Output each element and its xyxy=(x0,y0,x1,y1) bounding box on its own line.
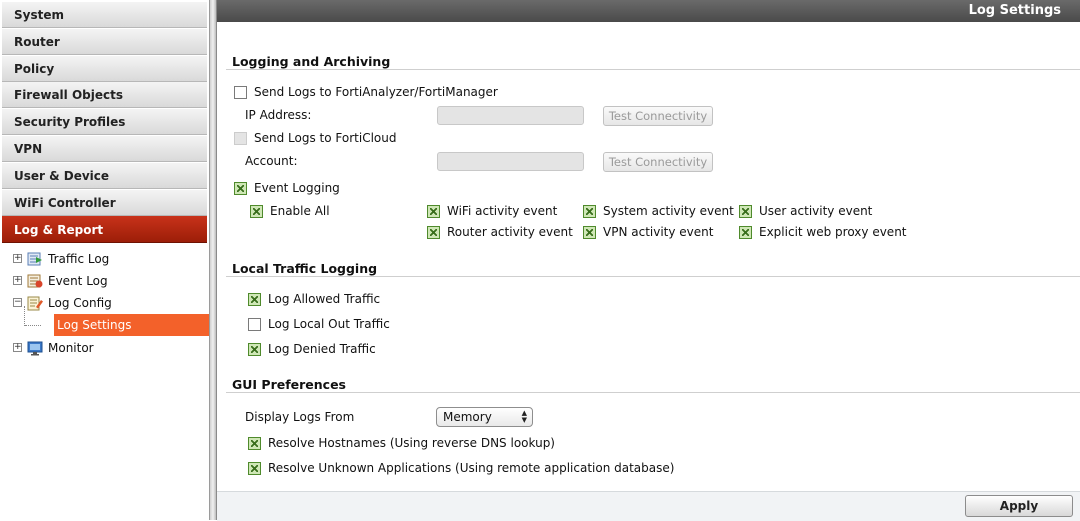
monitor-icon xyxy=(27,341,43,356)
log-allowed-checkbox[interactable] xyxy=(248,293,261,306)
section-divider xyxy=(226,392,1080,393)
log-local-out-checkbox[interactable] xyxy=(248,318,261,331)
send-analyzer-checkbox[interactable] xyxy=(234,86,247,99)
expand-icon[interactable]: + xyxy=(13,343,22,352)
log-config-icon xyxy=(27,296,43,311)
menu-security-profiles[interactable]: Security Profiles xyxy=(2,109,207,136)
traffic-log-icon xyxy=(27,252,42,266)
apply-button[interactable]: Apply xyxy=(965,495,1073,517)
panel-splitter[interactable] xyxy=(210,0,217,520)
event-logging-checkbox[interactable] xyxy=(234,182,247,195)
sidebar: System Router Policy Firewall Objects Se… xyxy=(0,0,210,520)
system-event-checkbox[interactable] xyxy=(583,205,596,218)
section-title-local-traffic: Local Traffic Logging xyxy=(232,261,378,276)
resolve-apps-checkbox[interactable] xyxy=(248,462,261,475)
router-event-checkbox[interactable] xyxy=(427,226,440,239)
select-arrows-icon: ▲ ▼ xyxy=(521,409,527,424)
main-panel: Log Settings Logging and Archiving Send … xyxy=(217,0,1080,521)
send-forticloud-label: Send Logs to FortiCloud xyxy=(254,131,397,145)
section-title-gui: GUI Preferences xyxy=(232,377,347,392)
resolve-hostnames-label: Resolve Hostnames (Using reverse DNS loo… xyxy=(268,436,555,450)
log-allowed-label: Log Allowed Traffic xyxy=(268,292,381,306)
system-event-label: System activity event xyxy=(603,204,734,218)
tree-label-log-config[interactable]: Log Config xyxy=(48,292,112,314)
display-logs-value: Memory xyxy=(443,410,492,424)
account-input[interactable] xyxy=(437,152,584,171)
ip-address-input[interactable] xyxy=(437,106,584,125)
vpn-event-checkbox[interactable] xyxy=(583,226,596,239)
tree-connector xyxy=(24,306,26,326)
user-event-label: User activity event xyxy=(759,204,873,218)
section-title-logging: Logging and Archiving xyxy=(232,54,391,69)
tree-label-event-log[interactable]: Event Log xyxy=(48,270,108,292)
menu-wifi-controller[interactable]: WiFi Controller xyxy=(2,189,207,216)
proxy-event-label: Explicit web proxy event xyxy=(759,225,907,239)
router-event-label: Router activity event xyxy=(447,225,573,239)
footer-bar: Apply xyxy=(217,491,1080,521)
display-logs-label: Display Logs From xyxy=(245,410,355,424)
tree-label-monitor[interactable]: Monitor xyxy=(48,337,94,359)
menu-user-device[interactable]: User & Device xyxy=(2,162,207,189)
tree-item-monitor[interactable]: + Monitor xyxy=(10,337,200,359)
menu-system[interactable]: System xyxy=(2,2,207,28)
proxy-event-checkbox[interactable] xyxy=(739,226,752,239)
log-denied-checkbox[interactable] xyxy=(248,343,261,356)
log-denied-label: Log Denied Traffic xyxy=(268,342,376,356)
enable-all-label: Enable All xyxy=(270,204,330,218)
test-connectivity-button-cloud[interactable]: Test Connectivity xyxy=(603,152,713,172)
section-divider xyxy=(226,276,1080,277)
ip-address-label: IP Address: xyxy=(245,108,312,122)
menu-firewall-objects[interactable]: Firewall Objects xyxy=(2,82,207,109)
user-event-checkbox[interactable] xyxy=(739,205,752,218)
resolve-hostnames-checkbox[interactable] xyxy=(248,437,261,450)
vpn-event-label: VPN activity event xyxy=(603,225,714,239)
log-local-out-label: Log Local Out Traffic xyxy=(268,317,390,331)
expand-icon[interactable]: + xyxy=(13,254,22,263)
menu-policy[interactable]: Policy xyxy=(2,55,207,82)
wifi-event-label: WiFi activity event xyxy=(447,204,558,218)
event-logging-label: Event Logging xyxy=(254,181,340,195)
send-forticloud-checkbox[interactable] xyxy=(234,132,247,145)
account-label: Account: xyxy=(245,154,298,168)
tree-item-log-settings[interactable]: Log Settings xyxy=(54,314,209,336)
test-connectivity-button[interactable]: Test Connectivity xyxy=(603,106,713,126)
enable-all-checkbox[interactable] xyxy=(250,205,263,218)
expand-icon[interactable]: + xyxy=(13,276,22,285)
page-title: Log Settings xyxy=(217,0,1080,22)
collapse-icon[interactable]: − xyxy=(13,298,22,307)
send-analyzer-label: Send Logs to FortiAnalyzer/FortiManager xyxy=(254,85,498,99)
event-log-icon xyxy=(27,274,43,288)
wifi-event-checkbox[interactable] xyxy=(427,205,440,218)
tree-connector xyxy=(25,325,41,326)
section-divider xyxy=(226,69,1080,70)
display-logs-select[interactable]: Memory ▲ ▼ xyxy=(436,407,533,427)
tree-label-traffic-log[interactable]: Traffic Log xyxy=(48,248,109,270)
resolve-apps-label: Resolve Unknown Applications (Using remo… xyxy=(268,461,675,475)
menu-router[interactable]: Router xyxy=(2,28,207,55)
menu-log-report[interactable]: Log & Report xyxy=(2,216,207,244)
menu-vpn[interactable]: VPN xyxy=(2,135,207,162)
